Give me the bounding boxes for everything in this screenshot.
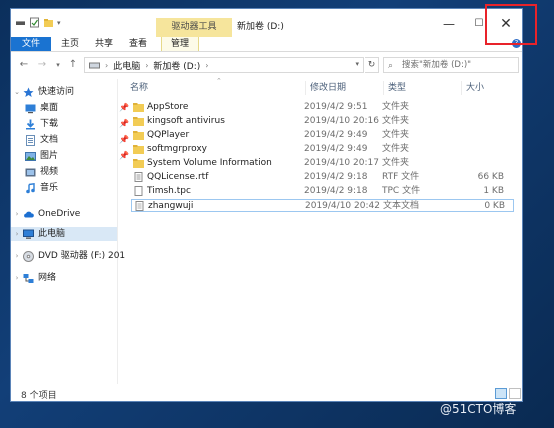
desktop-icon [25, 104, 36, 113]
address-bar[interactable]: › 此电脑 › 新加卷 (D:) › ▾ [84, 57, 364, 73]
ribbon-tabs: 文件 主页 共享 查看 管理 [11, 37, 522, 52]
column-header-name[interactable]: 名称 [130, 81, 148, 95]
cloud-icon [24, 211, 34, 217]
folder-icon [133, 103, 144, 112]
folder-icon [133, 159, 144, 168]
collapse-arrow-icon[interactable]: ⌄ [13, 85, 21, 99]
folder-icon [133, 145, 144, 154]
breadcrumb-drive-d[interactable]: 新加卷 (D:) [153, 59, 200, 72]
column-header-date[interactable]: 修改日期 [305, 81, 346, 95]
pin-icon[interactable]: 📌 [119, 117, 129, 131]
expand-arrow-icon[interactable]: › [13, 207, 21, 221]
folder-icon [133, 117, 144, 126]
details-view-button[interactable] [495, 388, 507, 399]
customize-toolbar-icon[interactable]: ▾ [57, 19, 61, 27]
window-icon [16, 21, 25, 25]
dvd-icon [23, 250, 34, 262]
expand-arrow-icon[interactable]: › [13, 249, 21, 263]
sidebar-item-network[interactable]: › 网络 [13, 271, 56, 285]
minimize-button[interactable]: — [434, 15, 464, 33]
sidebar-item-music[interactable]: 音乐 [25, 181, 58, 195]
file-row-selected[interactable]: zhangwuji 2019/4/10 20:42 文本文档 0 KB [131, 199, 514, 212]
pin-icon[interactable]: 📌 [119, 101, 129, 115]
recent-locations-button[interactable]: ▾ [51, 58, 65, 72]
watermark: @51CTO博客 [440, 402, 517, 416]
sidebar-item-dvd-drive[interactable]: › DVD 驱动器 (F:) 201 [13, 249, 125, 263]
pin-icon[interactable]: 📌 [119, 149, 129, 163]
file-row[interactable]: System Volume Information 2019/4/10 20:1… [131, 157, 514, 170]
file-row[interactable]: Timsh.tpc 2019/4/2 9:18 TPC 文件 1 KB [131, 185, 514, 198]
text-file-icon [135, 201, 144, 211]
folder-icon [133, 131, 144, 140]
refresh-button[interactable]: ↻ [365, 57, 379, 73]
sidebar-item-videos[interactable]: 视频 [25, 165, 58, 179]
column-header-type[interactable]: 类型 [383, 81, 406, 95]
new-folder-icon[interactable] [43, 17, 54, 28]
star-icon [23, 87, 34, 97]
sort-indicator-icon: ⌃ [216, 77, 222, 85]
search-input[interactable]: ⌕ 搜索"新加卷 (D:)" [383, 57, 519, 73]
sidebar-item-pictures[interactable]: 图片 📌 [25, 149, 129, 163]
navigation-bar: ← → ▾ ↑ › 此电脑 › 新加卷 (D:) › ▾ ↻ ⌕ 搜索"新加卷 … [11, 54, 522, 76]
expand-arrow-icon[interactable]: › [13, 227, 21, 241]
document-icon [26, 134, 35, 146]
column-header-size[interactable]: 大小 [461, 81, 484, 95]
drive-tools-context-tab: 驱动器工具 [156, 18, 232, 37]
computer-icon [23, 229, 34, 239]
sidebar-item-onedrive[interactable]: › OneDrive [13, 207, 81, 221]
sidebar-item-downloads[interactable]: 下载 📌 [25, 117, 129, 131]
file-row[interactable]: AppStore 2019/4/2 9:51 文件夹 [131, 101, 514, 114]
tab-file[interactable]: 文件 [11, 37, 51, 51]
navigation-pane: ⌄ 快速访问 桌面 📌 下载 📌 文档 📌 图片 📌 视频 音乐 › OneDr… [11, 79, 129, 384]
explorer-window: ▾ 驱动器工具 新加卷 (D:) — ☐ ✕ 文件 主页 共享 查看 管理 ? … [10, 8, 523, 402]
breadcrumb-separator-icon: › [105, 60, 109, 70]
sidebar-item-this-pc[interactable]: › 此电脑 [11, 227, 117, 241]
drive-icon [89, 62, 100, 68]
breadcrumb-separator-icon: › [145, 60, 149, 70]
file-row[interactable]: softmgrproxy 2019/4/2 9:49 文件夹 [131, 143, 514, 156]
sidebar-item-quick-access[interactable]: ⌄ 快速访问 [13, 85, 74, 99]
sidebar-item-documents[interactable]: 文档 📌 [25, 133, 129, 147]
pin-icon[interactable]: 📌 [119, 133, 129, 147]
title-bar: ▾ 驱动器工具 新加卷 (D:) — ☐ ✕ [11, 9, 522, 37]
file-row[interactable]: QQLicense.rtf 2019/4/2 9:18 RTF 文件 66 KB [131, 171, 514, 184]
network-icon [23, 273, 34, 283]
search-icon: ⌕ [388, 61, 394, 71]
expand-arrow-icon[interactable]: › [13, 271, 21, 285]
back-button[interactable]: ← [17, 58, 31, 72]
file-row[interactable]: QQPlayer 2019/4/2 9:49 文件夹 [131, 129, 514, 142]
tpc-file-icon [134, 186, 143, 196]
tab-manage[interactable]: 管理 [161, 37, 199, 51]
item-count: 8 个项目 [21, 391, 57, 401]
breadcrumb-separator-icon: › [205, 60, 209, 70]
pictures-icon [25, 151, 36, 161]
up-button[interactable]: ↑ [66, 58, 80, 72]
video-icon [25, 168, 36, 176]
address-dropdown-icon[interactable]: ▾ [355, 60, 359, 68]
file-row[interactable]: kingsoft antivirus 2019/4/10 20:16 文件夹 [131, 115, 514, 128]
sidebar-item-desktop[interactable]: 桌面 📌 [25, 101, 129, 115]
quick-access-toolbar: ▾ [15, 17, 61, 28]
breadcrumb-this-pc[interactable]: 此电脑 [113, 59, 140, 72]
window-title: 新加卷 (D:) [237, 22, 284, 32]
download-icon [26, 119, 35, 129]
music-icon [26, 182, 35, 193]
tab-view[interactable]: 查看 [124, 37, 152, 51]
tab-share[interactable]: 共享 [90, 37, 118, 51]
status-bar: 8 个项目 [11, 387, 522, 401]
forward-button[interactable]: → [35, 58, 49, 72]
search-placeholder: 搜索"新加卷 (D:)" [402, 60, 472, 70]
properties-icon[interactable] [29, 17, 40, 28]
large-icons-view-button[interactable] [509, 388, 521, 399]
highlight-annotation-box [485, 4, 537, 45]
tab-home[interactable]: 主页 [56, 37, 84, 51]
rtf-file-icon [134, 172, 143, 182]
